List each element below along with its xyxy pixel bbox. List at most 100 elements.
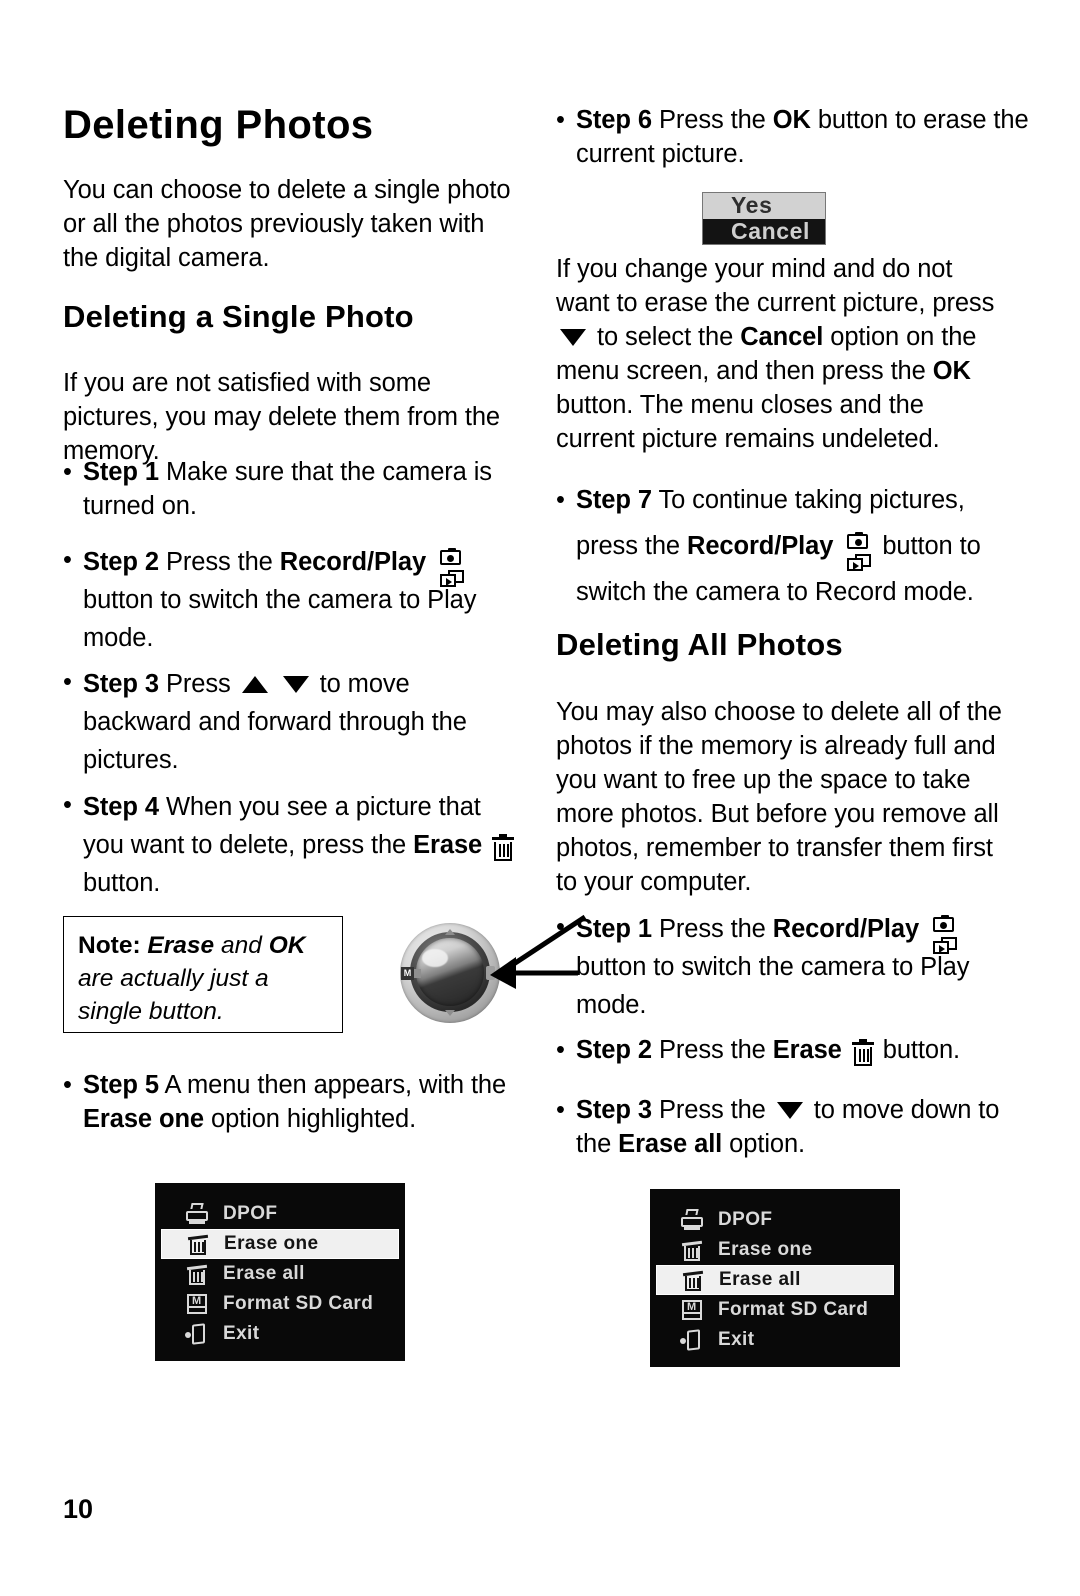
trash-icon <box>681 1268 705 1292</box>
erase-all-term: Erase all <box>618 1130 723 1158</box>
cancel-paragraph: If you change your mind and do not want … <box>556 252 1006 456</box>
step-4-label: Step 4 <box>83 793 159 821</box>
record-play-term: Record/Play <box>687 532 834 560</box>
bullet-icon: • <box>556 106 565 134</box>
bullet-icon: • <box>556 913 565 941</box>
all-step-1-label: Step 1 <box>576 915 652 943</box>
menu-item-erase-all[interactable]: Erase all <box>161 1259 399 1289</box>
menu-item-format-sd-card[interactable]: M Format SD Card <box>656 1295 894 1325</box>
intro-paragraph: You can choose to delete a single photo … <box>63 176 511 272</box>
step-1: • Step 1 Make sure that the camera is tu… <box>63 455 523 523</box>
menu-item-label: Erase all <box>223 1263 305 1284</box>
all-step-1-pre: Press the <box>658 915 766 943</box>
all-step-3-label: Step 3 <box>576 1096 652 1124</box>
ok-term: OK <box>932 357 971 385</box>
triangle-down-icon <box>776 1102 803 1120</box>
menu-item-exit[interactable]: Exit <box>161 1319 399 1349</box>
note-tail: are actually just a single button. <box>78 965 269 1025</box>
menu-item-label: Erase all <box>719 1269 801 1290</box>
triangle-up-icon <box>241 675 268 693</box>
trash-icon <box>185 1262 209 1286</box>
step-2-pre: Press the <box>165 548 273 576</box>
step-7-pre: To continue taking pictures, <box>658 486 965 514</box>
trash-icon <box>680 1238 704 1262</box>
menu-item-dpof[interactable]: DPOF <box>161 1199 399 1229</box>
bullet-icon: • <box>63 1071 72 1099</box>
sd-card-icon: M <box>680 1298 704 1322</box>
all-step-1-post: button to switch the camera to Play mode… <box>576 953 970 1019</box>
bullet-icon: • <box>556 1036 565 1064</box>
step-3: • Step 3 Press to move backward and forw… <box>63 665 503 779</box>
step-5-pre: A menu then appears, with the <box>164 1071 507 1099</box>
manual-page: Deleting Photos You can choose to delete… <box>0 0 1080 1596</box>
note-box: Note: Erase and OK are actually just a s… <box>63 916 343 1033</box>
step-1-label: Step 1 <box>83 458 159 486</box>
menu-item-erase-one[interactable]: Erase one <box>656 1235 894 1265</box>
menu-item-label: Exit <box>223 1323 260 1344</box>
menu-item-label: Exit <box>718 1329 755 1350</box>
exit-door-icon <box>680 1328 704 1352</box>
note-mid: and <box>221 932 262 959</box>
menu-item-erase-one[interactable]: Erase one <box>161 1229 399 1259</box>
cancel-term: Cancel <box>740 323 824 351</box>
all-step-3-pre: Press the <box>658 1096 766 1124</box>
erase-one-term: Erase one <box>83 1105 204 1133</box>
single-photo-intro: If you are not satisfied with some pictu… <box>63 369 500 465</box>
step-6-pre: Press the <box>658 106 766 134</box>
erase-term: Erase <box>772 1036 842 1064</box>
menu-item-label: Format SD Card <box>718 1299 869 1320</box>
step-4-post: button. <box>83 869 161 897</box>
dialog-option-cancel[interactable]: Cancel <box>703 218 825 244</box>
all-step-2: • Step 2 Press the Erase button. <box>556 1033 1026 1067</box>
trash-icon <box>851 1038 874 1067</box>
yes-cancel-dialog: Yes Cancel <box>702 192 826 245</box>
dial-down-marker <box>445 1010 455 1016</box>
ok-term: OK <box>772 106 811 134</box>
menu-item-label: DPOF <box>718 1209 773 1230</box>
note-label: Note: <box>78 932 141 959</box>
menu-item-erase-all[interactable]: Erase all <box>656 1265 894 1295</box>
menu-item-label: Erase one <box>718 1239 813 1260</box>
step-4: • Step 4 When you see a picture that you… <box>63 788 528 902</box>
menu-item-label: DPOF <box>223 1203 278 1224</box>
lcd-menu-erase-all: DPOF Erase one Erase all M Format SD Car… <box>650 1189 900 1367</box>
section-heading-all-photos: Deleting All Photos <box>556 627 843 662</box>
note-term-erase: Erase <box>147 932 215 959</box>
bullet-icon: • <box>556 486 565 514</box>
menu-item-format-sd-card[interactable]: M Format SD Card <box>161 1289 399 1319</box>
cancel-p2: to select the <box>597 323 734 351</box>
page-number: 10 <box>63 1494 94 1524</box>
bullet-icon: • <box>63 546 72 574</box>
step-2-label: Step 2 <box>83 548 159 576</box>
note-term-ok: OK <box>268 932 306 959</box>
record-play-term: Record/Play <box>279 548 427 576</box>
all-step-2-post: button. <box>882 1036 961 1064</box>
step-2-post: button to switch the camera to Play mode… <box>83 586 477 652</box>
all-step-2-label: Step 2 <box>576 1036 652 1064</box>
bullet-icon: • <box>63 458 72 486</box>
section-heading-single-photo: Deleting a Single Photo <box>63 299 414 334</box>
step-5: • Step 5 A menu then appears, with the E… <box>63 1068 513 1136</box>
all-step-1: • Step 1 Press the Record/Play button to… <box>556 910 1026 1024</box>
record-play-term: Record/Play <box>772 915 920 943</box>
trash-icon <box>186 1232 210 1256</box>
step-5-label: Step 5 <box>83 1071 159 1099</box>
cancel-p4: button. The menu closes and the current … <box>556 391 940 453</box>
dpof-printer-icon <box>185 1202 209 1226</box>
step-7-mid: press the <box>576 532 680 560</box>
step-7-label: Step 7 <box>576 486 652 514</box>
page-title: Deleting Photos <box>63 103 374 147</box>
triangle-down-icon <box>282 676 309 694</box>
record-play-icon <box>929 915 959 957</box>
dialog-option-yes[interactable]: Yes <box>703 193 825 219</box>
triangle-down-icon <box>560 329 586 347</box>
menu-item-exit[interactable]: Exit <box>656 1325 894 1355</box>
record-play-icon <box>436 548 466 590</box>
all-photos-intro: You may also choose to delete all of the… <box>556 698 1002 896</box>
menu-item-label: Format SD Card <box>223 1293 374 1314</box>
all-step-3-post2: option. <box>729 1130 806 1158</box>
sd-card-icon: M <box>185 1292 209 1316</box>
menu-item-dpof[interactable]: DPOF <box>656 1205 894 1235</box>
step-7: • Step 7 To continue taking pictures, pr… <box>556 477 1031 615</box>
step-6: • Step 6 Press the OK button to erase th… <box>556 103 1031 171</box>
